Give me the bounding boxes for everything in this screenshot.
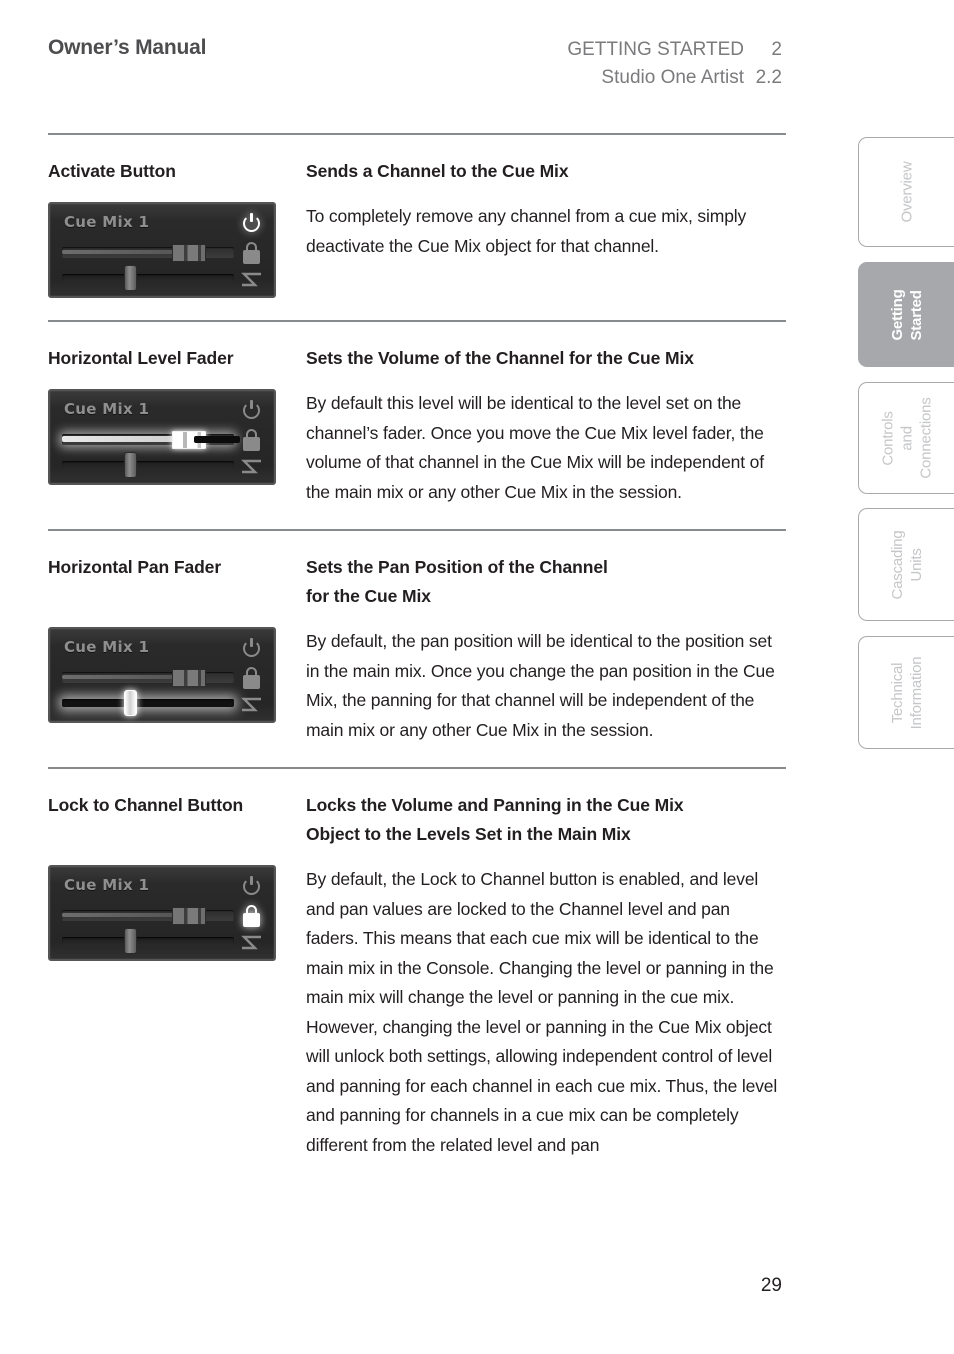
- cue-mix-widget[interactable]: Cue Mix 1: [48, 389, 276, 485]
- term-label: Horizontal Level Fader: [48, 348, 234, 368]
- automation-zigzag-icon: [241, 933, 263, 951]
- section-horizontal-level-fader: Horizontal Level Fader Sets the Volume o…: [48, 344, 786, 529]
- cue-mix-label: Cue Mix 1: [64, 213, 150, 231]
- term-label: Lock to Channel Button: [48, 795, 244, 815]
- term-label: Activate Button: [48, 161, 176, 181]
- section-divider: [48, 320, 786, 322]
- section-body: By default this level will be identical …: [306, 389, 786, 507]
- term-label: Horizontal Pan Fader: [48, 557, 222, 577]
- level-fader[interactable]: [62, 907, 234, 925]
- sidebar-tab-label: Controls and Connections: [879, 397, 934, 479]
- definition-label: Sets the Pan Position of the Channel for…: [306, 557, 608, 606]
- lock-icon[interactable]: [242, 667, 261, 689]
- sidebar-tab-label: Overview: [898, 161, 915, 223]
- section-divider: [48, 133, 786, 135]
- page-number: 29: [760, 1275, 782, 1296]
- section-horizontal-pan-fader: Horizontal Pan Fader Sets the Pan Positi…: [48, 553, 786, 767]
- section-activate-button: Activate Button Sends a Channel to the C…: [48, 157, 786, 320]
- section-lock-to-channel-button: Lock to Channel Button Locks the Volume …: [48, 791, 786, 1160]
- definition-label: Sends a Channel to the Cue Mix: [306, 161, 569, 181]
- definition-label: Sets the Volume of the Channel for the C…: [306, 348, 694, 368]
- level-fader[interactable]: [62, 244, 234, 262]
- sidebar-tab-label: Technical Information: [888, 656, 925, 729]
- section-divider: [48, 767, 786, 769]
- power-icon[interactable]: [241, 637, 262, 658]
- body-paragraph: By default this level will be identical …: [306, 393, 764, 502]
- header-meta: GETTING STARTED 2 Studio One Artist 2.2: [567, 36, 782, 92]
- header-section-name: GETTING STARTED: [567, 39, 744, 60]
- figure-cue-mix: Cue Mix 1: [48, 389, 306, 485]
- header-section-line: GETTING STARTED 2: [567, 36, 782, 64]
- page-title: Owner’s Manual: [48, 36, 207, 59]
- body-paragraph: By default, the Lock to Channel button i…: [306, 869, 778, 1155]
- header-product-name: Studio One Artist: [601, 67, 744, 88]
- figure-cue-mix: Cue Mix 1: [48, 627, 306, 723]
- sidebar-tab-controls-and-connections[interactable]: Controls and Connections: [858, 382, 954, 494]
- power-icon[interactable]: [241, 212, 262, 233]
- header-product-line: Studio One Artist 2.2: [567, 64, 782, 92]
- lock-icon[interactable]: [242, 429, 261, 451]
- cue-mix-widget[interactable]: Cue Mix 1: [48, 202, 276, 298]
- section-body: By default, the Lock to Channel button i…: [306, 865, 786, 1160]
- level-fader[interactable]: [62, 431, 240, 449]
- section-body: To completely remove any channel from a …: [306, 202, 786, 261]
- sidebar-tab-cascading-units[interactable]: Cascading Units: [858, 508, 954, 621]
- sidebar-tab-getting-started[interactable]: Getting Started: [858, 262, 954, 367]
- cue-mix-widget[interactable]: Cue Mix 1: [48, 627, 276, 723]
- figure-cue-mix: Cue Mix 1: [48, 202, 306, 298]
- body-paragraph: By default, the pan position will be ide…: [306, 631, 775, 740]
- body-paragraph: To completely remove any channel from a …: [306, 206, 747, 256]
- manual-page: Owner’s Manual GETTING STARTED 2 Studio O…: [0, 0, 954, 1354]
- automation-zigzag-icon: [241, 695, 263, 713]
- lock-icon[interactable]: [242, 242, 261, 264]
- lock-icon[interactable]: [242, 905, 261, 927]
- pan-fader[interactable]: [62, 928, 234, 954]
- sidebar-tab-technical-information[interactable]: Technical Information: [858, 636, 954, 749]
- pan-fader[interactable]: [62, 265, 234, 291]
- definition-label: Locks the Volume and Panning in the Cue …: [306, 795, 684, 844]
- page-header: Owner’s Manual GETTING STARTED 2 Studio O…: [0, 36, 954, 106]
- pan-fader[interactable]: [62, 452, 234, 478]
- figure-cue-mix: Cue Mix 1: [48, 865, 306, 961]
- section-body: By default, the pan position will be ide…: [306, 627, 786, 745]
- cue-mix-widget[interactable]: Cue Mix 1: [48, 865, 276, 961]
- power-icon[interactable]: [241, 875, 262, 896]
- power-icon[interactable]: [241, 399, 262, 420]
- header-product-version: 2.2: [755, 67, 782, 88]
- cue-mix-label: Cue Mix 1: [64, 400, 150, 418]
- content-column: Activate Button Sends a Channel to the C…: [48, 133, 786, 1160]
- header-section-number: 2: [771, 39, 782, 60]
- level-fader[interactable]: [62, 669, 234, 687]
- section-divider: [48, 529, 786, 531]
- sidebar-tab-label: Getting Started: [888, 288, 925, 341]
- section-tabs-sidebar: Overview Getting Started Controls and Co…: [858, 0, 954, 1354]
- cue-mix-label: Cue Mix 1: [64, 876, 150, 894]
- automation-zigzag-icon: [241, 457, 263, 475]
- pan-fader[interactable]: [62, 690, 234, 716]
- sidebar-tab-overview[interactable]: Overview: [858, 137, 954, 247]
- sidebar-tab-label: Cascading Units: [888, 529, 925, 600]
- automation-zigzag-icon: [241, 270, 263, 288]
- cue-mix-label: Cue Mix 1: [64, 638, 150, 656]
